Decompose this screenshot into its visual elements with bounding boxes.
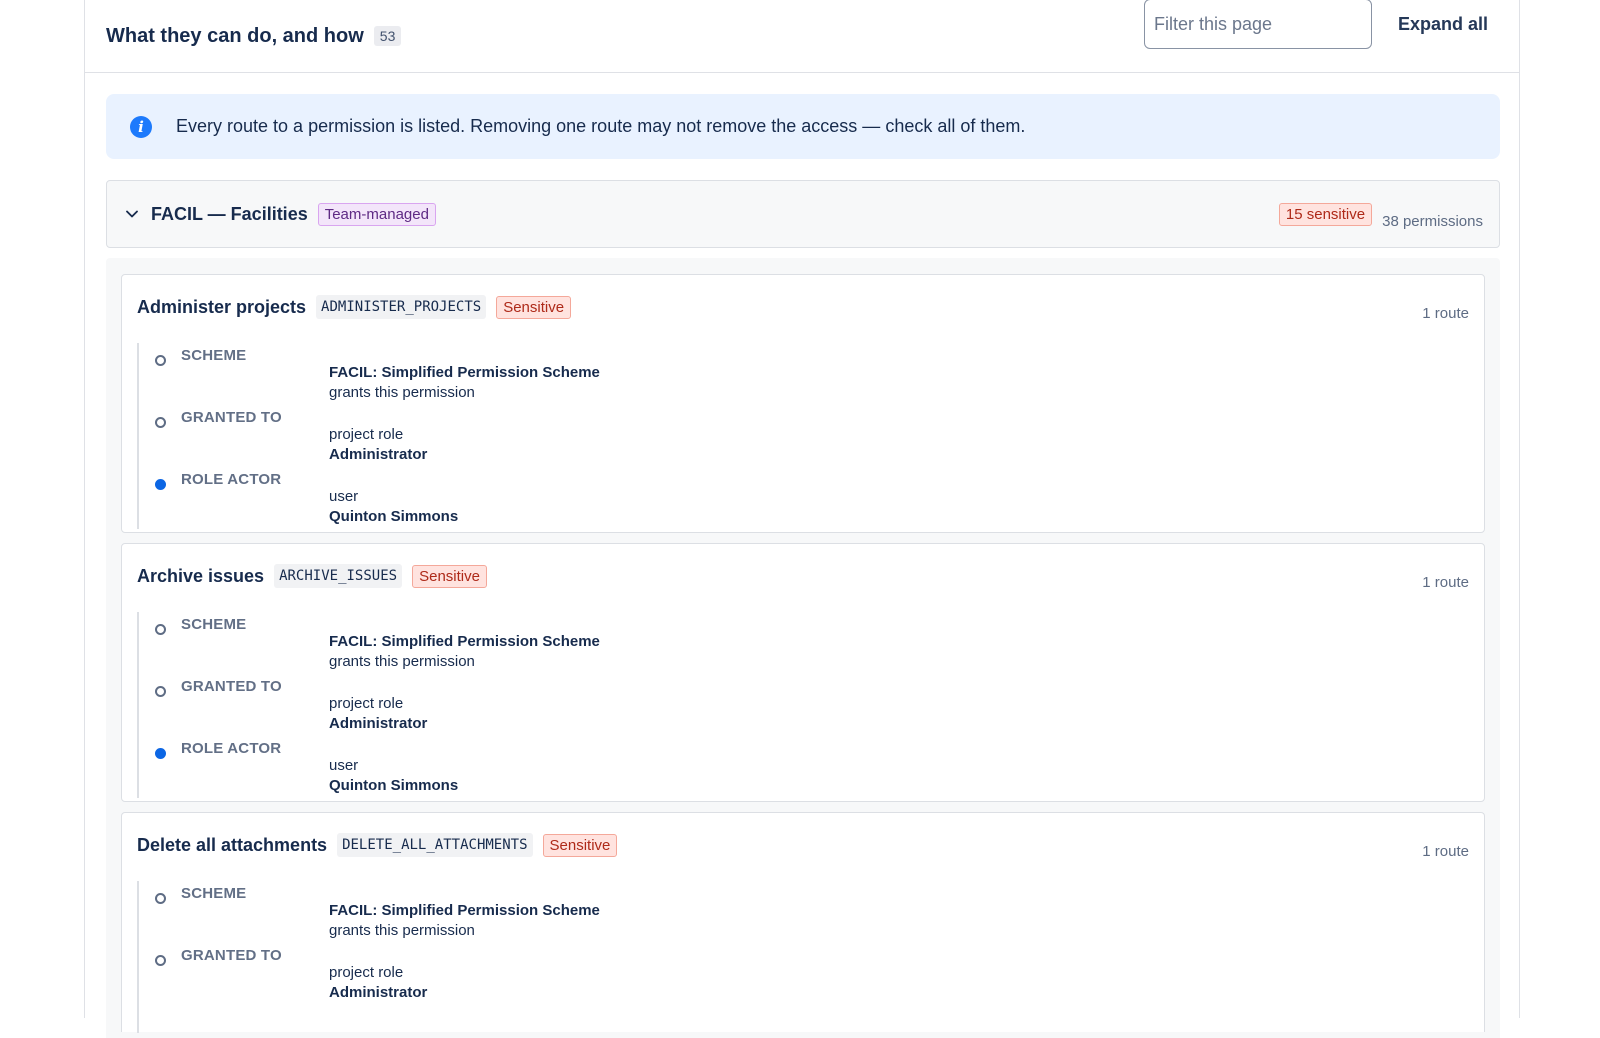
permission-card: Administer projects ADMINISTER_PROJECTS … (121, 274, 1485, 533)
route-step: SCHEME FACIL: Simplified Permission Sche… (139, 612, 937, 674)
sensitive-badge: Sensitive (542, 833, 618, 857)
step-label: GRANTED TO (181, 409, 282, 426)
route-count: 1 route (1422, 305, 1469, 322)
step-filled-dot-icon (155, 479, 166, 490)
filter-input[interactable] (1143, 0, 1372, 49)
permission-name: Administer projects (137, 296, 307, 317)
step-filled-dot-icon (155, 748, 166, 759)
step-detail: project role (329, 964, 404, 981)
step-label: SCHEME (181, 347, 247, 364)
step-label: ROLE ACTOR (181, 471, 282, 488)
step-detail: grants this permission (329, 384, 475, 401)
permission-name: Delete all attachments (137, 834, 328, 855)
permissions-page: What they can do, and how 53 Expand all … (84, 0, 1520, 1038)
step-label: GRANTED TO (181, 678, 282, 695)
permission-card: Delete all attachments DELETE_ALL_ATTACH… (121, 812, 1485, 1033)
step-detail: grants this permission (329, 653, 475, 670)
permission-name: Archive issues (137, 565, 265, 586)
permission-key: DELETE_ALL_ATTACHMENTS (337, 833, 533, 857)
sensitive-badge: Sensitive (496, 295, 572, 319)
route-step: SCHEME FACIL: Simplified Permission Sche… (139, 881, 937, 943)
role-name: Administrator (329, 984, 428, 1001)
route-chain: SCHEME FACIL: Simplified Permission Sche… (137, 343, 937, 529)
section-header: What they can do, and how 53 Expand all (85, 0, 1519, 73)
permission-key: ARCHIVE_ISSUES (274, 564, 403, 588)
scheme-name: FACIL: Simplified Permission Scheme (329, 902, 600, 919)
route-step: ROLE ACTOR user Quinton Simmons (139, 467, 937, 529)
step-label: SCHEME (181, 885, 247, 902)
route-count: 1 route (1422, 843, 1469, 860)
project-group-header[interactable]: FACIL — Facilities Team-managed 15 sensi… (106, 180, 1500, 248)
scheme-name: FACIL: Simplified Permission Scheme (329, 633, 600, 650)
project-title: FACIL — Facilities (151, 203, 308, 224)
role-name: Administrator (329, 446, 428, 463)
project-permission-count: 38 permissions (1382, 212, 1483, 230)
project-type-badge: Team-managed (317, 202, 436, 226)
sensitive-count-badge: 15 sensitive (1278, 202, 1373, 226)
step-ring-icon (155, 686, 166, 697)
route-step: ROLE ACTOR user Quinton Simmons (139, 736, 937, 798)
permission-key: ADMINISTER_PROJECTS (316, 295, 487, 319)
scheme-name: FACIL: Simplified Permission Scheme (329, 364, 600, 381)
step-ring-icon (155, 624, 166, 635)
route-chain: SCHEME FACIL: Simplified Permission Sche… (137, 881, 937, 1033)
step-detail: user (329, 757, 359, 774)
step-label: SCHEME (181, 616, 247, 633)
step-detail: project role (329, 695, 404, 712)
permission-card: Archive issues ARCHIVE_ISSUES Sensitive … (121, 543, 1485, 802)
permission-total-badge: 53 (373, 26, 402, 46)
route-count: 1 route (1422, 574, 1469, 591)
step-ring-icon (155, 417, 166, 428)
chevron-down-icon[interactable] (125, 207, 139, 221)
step-detail: grants this permission (329, 922, 475, 939)
user-name: Quinton Simmons (329, 508, 459, 525)
step-label: ROLE ACTOR (181, 740, 282, 757)
step-ring-icon (155, 893, 166, 904)
role-name: Administrator (329, 715, 428, 732)
step-label: GRANTED TO (181, 947, 282, 964)
user-name: Quinton Simmons (329, 777, 459, 794)
permission-list: Administer projects ADMINISTER_PROJECTS … (106, 258, 1500, 1038)
expand-all-button[interactable]: Expand all (1388, 4, 1498, 44)
sensitive-badge: Sensitive (412, 564, 487, 588)
step-ring-icon (155, 955, 166, 966)
info-banner-text: Every route to a permission is listed. R… (176, 116, 1026, 136)
route-chain: SCHEME FACIL: Simplified Permission Sche… (137, 612, 937, 798)
route-step: GRANTED TO project role Administrator (139, 405, 937, 467)
route-step: GRANTED TO project role Administrator (139, 943, 937, 1005)
permission-card-header: Delete all attachments DELETE_ALL_ATTACH… (137, 833, 1469, 860)
permission-card-header: Archive issues ARCHIVE_ISSUES Sensitive … (137, 564, 1469, 591)
step-ring-icon (155, 355, 166, 366)
info-icon: i (130, 115, 152, 138)
section-title: What they can do, and how (106, 24, 364, 47)
step-detail: user (329, 488, 359, 505)
permission-card-header: Administer projects ADMINISTER_PROJECTS … (137, 295, 1469, 322)
step-detail: project role (329, 426, 404, 443)
route-step: SCHEME FACIL: Simplified Permission Sche… (139, 343, 937, 405)
info-banner: i Every route to a permission is listed.… (106, 94, 1500, 159)
route-step: GRANTED TO project role Administrator (139, 674, 937, 736)
